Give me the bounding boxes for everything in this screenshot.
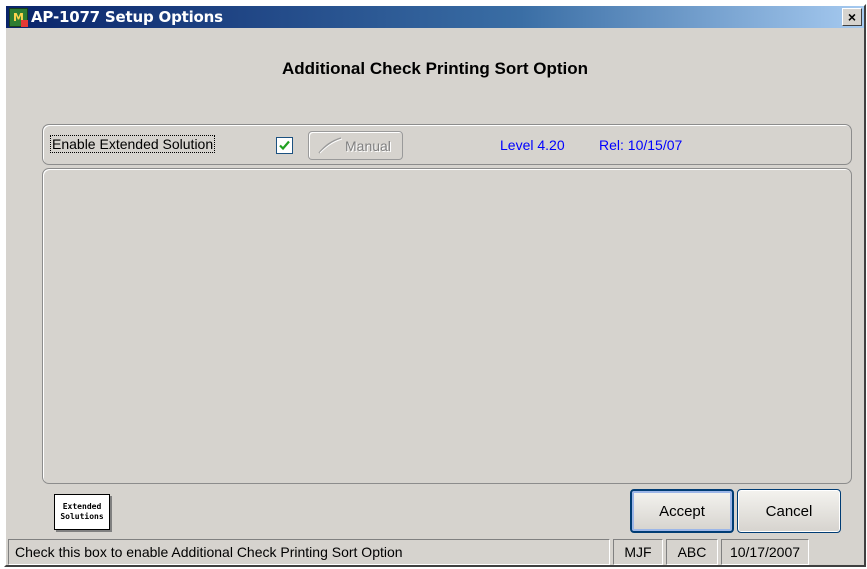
manual-button[interactable]: Manual: [308, 131, 403, 160]
options-panel: Enable Extended Solution Manual Level 4.…: [42, 124, 852, 165]
release-text: Rel: 10/15/07: [599, 137, 683, 153]
app-icon-glyph: M: [13, 10, 24, 24]
window-title: AP-1077 Setup Options: [31, 8, 223, 26]
status-bar: Check this box to enable Additional Chec…: [6, 539, 864, 565]
cancel-button[interactable]: Cancel: [737, 489, 841, 533]
checkmark-icon: [279, 140, 290, 151]
status-message: Check this box to enable Additional Chec…: [8, 539, 610, 565]
extended-solutions-logo: Extended Solutions: [54, 494, 110, 530]
accept-button[interactable]: Accept: [630, 489, 734, 533]
app-icon: M: [9, 7, 28, 27]
setup-options-window: M AP-1077 Setup Options × Additional Che…: [4, 4, 866, 567]
main-content-panel: [42, 168, 852, 484]
close-button[interactable]: ×: [842, 8, 862, 26]
logo-line-1: Extended: [62, 502, 102, 511]
quill-icon: [318, 136, 343, 153]
manual-button-label: Manual: [345, 137, 391, 154]
enable-extended-solution-checkbox[interactable]: [276, 137, 293, 154]
page-title: Additional Check Printing Sort Option: [282, 59, 588, 78]
close-icon[interactable]: ×: [848, 10, 856, 24]
level-text: Level 4.20: [500, 137, 565, 153]
status-company: ABC: [666, 539, 718, 565]
status-date: 10/17/2007: [721, 539, 809, 565]
enable-extended-solution-label[interactable]: Enable Extended Solution: [49, 135, 216, 153]
title-bar[interactable]: M AP-1077 Setup Options ×: [6, 6, 864, 28]
status-user: MJF: [613, 539, 663, 565]
logo-line-2: Solutions: [60, 512, 104, 521]
